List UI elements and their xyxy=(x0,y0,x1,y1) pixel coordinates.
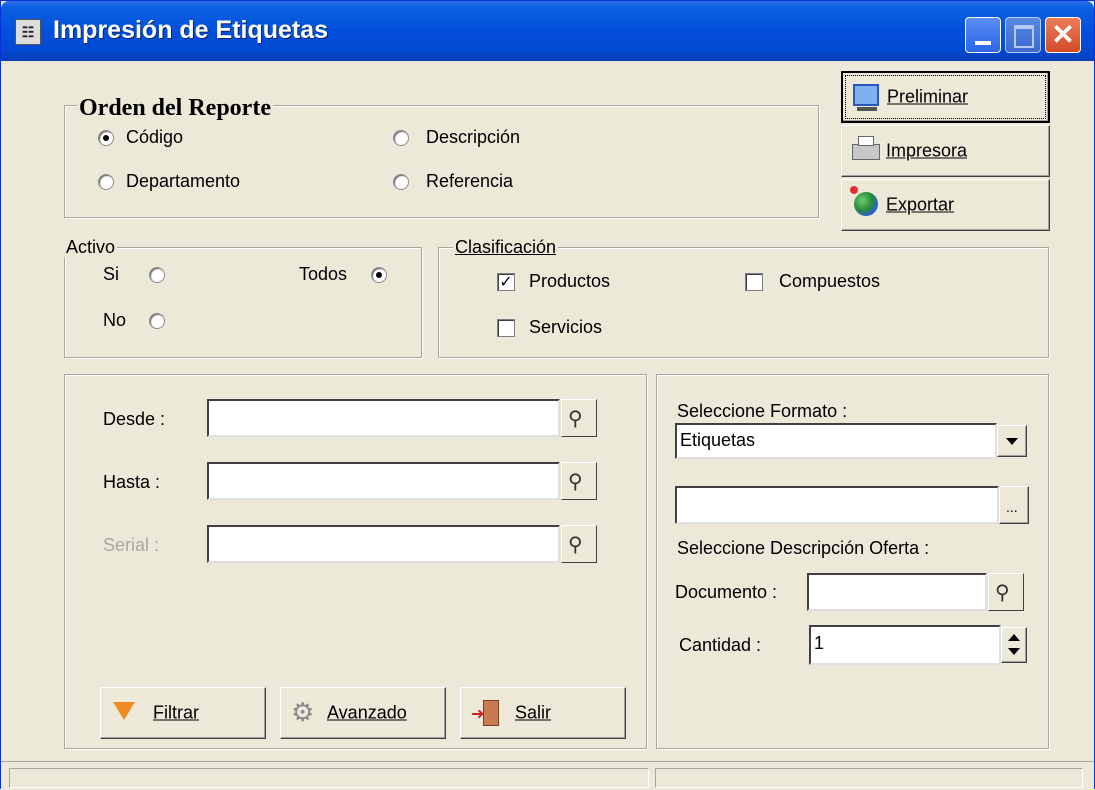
monitor-stand xyxy=(857,107,877,111)
filtrar-button[interactable]: Filtrar xyxy=(100,687,266,739)
documento-label: Documento : xyxy=(675,582,778,602)
minimize-button[interactable] xyxy=(965,17,1001,53)
browse-button[interactable]: ... xyxy=(999,486,1029,524)
hasta-label: Hasta : xyxy=(103,472,161,492)
formato-select[interactable]: Etiquetas xyxy=(675,423,997,459)
close-button[interactable]: ✕ xyxy=(1045,17,1081,53)
radio-referencia[interactable] xyxy=(393,174,409,190)
cantidad-label: Cantidad : xyxy=(679,635,762,655)
binoculars-icon: ⚲ xyxy=(568,471,583,493)
status-bar xyxy=(1,761,1094,790)
desde-input[interactable] xyxy=(207,399,560,437)
activo-si-label: Si xyxy=(103,264,120,284)
title-bar[interactable]: ☷ Impresión de Etiquetas ✕ xyxy=(1,1,1094,61)
oferta-label: Seleccione Descripción Oferta : xyxy=(677,538,930,558)
avanzado-button[interactable]: ⚙ Avanzado xyxy=(280,687,446,739)
exit-door-icon xyxy=(483,700,499,726)
exportar-button[interactable]: Exportar xyxy=(841,179,1050,231)
hasta-input[interactable] xyxy=(207,462,560,500)
documento-input[interactable] xyxy=(807,573,987,611)
exit-arrow-icon: ➜ xyxy=(471,706,485,723)
radio-activo-todos[interactable] xyxy=(371,267,387,283)
hasta-lookup-button[interactable]: ⚲ xyxy=(561,462,597,500)
clasificacion-group xyxy=(438,247,1049,358)
binoculars-icon: ⚲ xyxy=(568,534,583,556)
serial-label: Serial : xyxy=(103,535,160,555)
monitor-icon xyxy=(853,84,879,106)
radio-departamento-label[interactable]: Departamento xyxy=(126,171,240,192)
salir-button[interactable]: ➜ Salir xyxy=(460,687,626,739)
export-star-icon xyxy=(850,186,858,194)
checkbox-compuestos[interactable] xyxy=(745,273,763,291)
serial-lookup-button[interactable]: ⚲ xyxy=(561,525,597,563)
impresora-button[interactable]: Impresora xyxy=(841,125,1050,177)
salir-label: Salir xyxy=(515,702,552,723)
radio-departamento[interactable] xyxy=(98,174,114,190)
chevron-down-icon xyxy=(1006,438,1018,445)
radio-descripcion[interactable] xyxy=(393,130,409,146)
window-title: Impresión de Etiquetas xyxy=(53,16,329,44)
binoculars-icon: ⚲ xyxy=(568,408,583,430)
checkbox-servicios[interactable] xyxy=(497,319,515,337)
orden-reporte-legend: Orden del Reporte xyxy=(77,95,273,122)
spin-up-icon xyxy=(1008,634,1020,641)
close-icon: ✕ xyxy=(1051,19,1075,50)
exportar-label: Exportar xyxy=(886,194,955,215)
formato-path-input[interactable] xyxy=(675,486,999,524)
radio-codigo[interactable] xyxy=(98,130,114,146)
maximize-button[interactable] xyxy=(1005,17,1041,53)
globe-icon xyxy=(854,192,878,216)
status-panel-left xyxy=(9,768,649,788)
radio-codigo-label[interactable]: Código xyxy=(126,127,183,148)
checkbox-servicios-label[interactable]: Servicios xyxy=(529,317,602,338)
checkbox-compuestos-label[interactable]: Compuestos xyxy=(779,271,880,292)
preliminar-label: Preliminar xyxy=(887,86,969,107)
filtrar-label: Filtrar xyxy=(153,702,199,723)
desde-lookup-button[interactable]: ⚲ xyxy=(561,399,597,437)
main-window: ☷ Impresión de Etiquetas ✕ Orden del Rep… xyxy=(0,0,1095,790)
desde-label: Desde : xyxy=(103,409,166,429)
activo-todos-label: Todos xyxy=(299,264,348,284)
cantidad-input[interactable]: 1 xyxy=(809,625,1001,665)
printer-paper xyxy=(858,136,874,146)
clasificacion-legend: Clasificación xyxy=(453,237,559,257)
formato-dropdown-button[interactable] xyxy=(997,425,1027,457)
serial-input[interactable] xyxy=(207,525,560,563)
spin-down-icon xyxy=(1008,648,1020,655)
formato-label: Seleccione Formato : xyxy=(677,401,848,421)
documento-lookup-button[interactable]: ⚲ xyxy=(988,573,1024,611)
impresora-label: Impresora xyxy=(886,140,968,161)
filter-icon xyxy=(113,702,135,720)
binoculars-icon: ⚲ xyxy=(995,582,1010,604)
status-panel-right xyxy=(655,768,1083,788)
preliminar-button[interactable]: Preliminar xyxy=(841,71,1050,123)
radio-referencia-label[interactable]: Referencia xyxy=(426,171,513,192)
printer-icon xyxy=(852,144,880,160)
browse-label: ... xyxy=(1006,499,1018,515)
cantidad-spinner[interactable] xyxy=(1001,627,1027,663)
activo-no-label: No xyxy=(103,310,127,330)
radio-activo-no[interactable] xyxy=(149,313,165,329)
avanzado-label: Avanzado xyxy=(327,702,407,723)
radio-descripcion-label[interactable]: Descripción xyxy=(426,127,520,148)
checkbox-productos[interactable]: ✓ xyxy=(497,273,515,291)
activo-legend: Activo xyxy=(64,237,118,257)
app-icon: ☷ xyxy=(15,19,41,45)
radio-activo-si[interactable] xyxy=(149,267,165,283)
checkbox-productos-label[interactable]: Productos xyxy=(529,271,610,292)
gear-icon: ⚙ xyxy=(291,697,315,727)
